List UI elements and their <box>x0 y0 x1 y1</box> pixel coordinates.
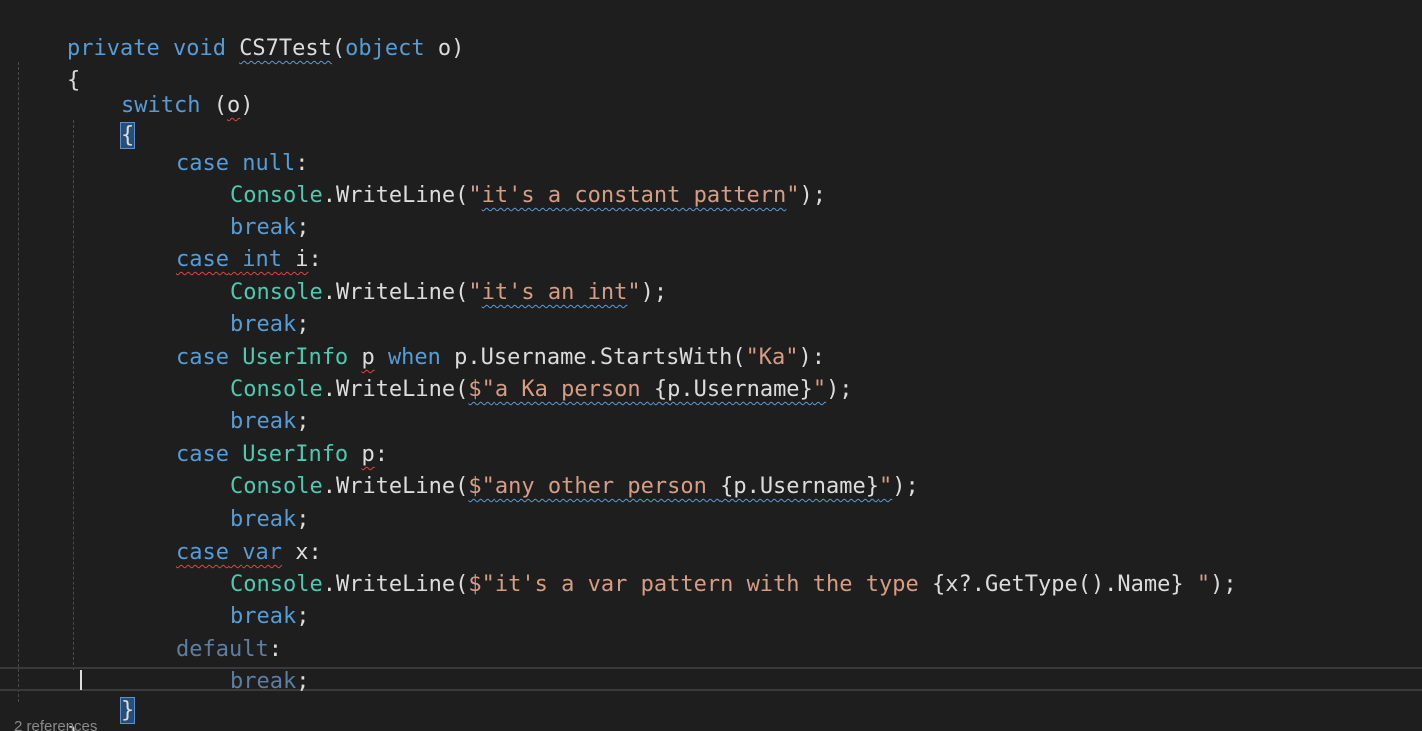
method-call: .WriteLine( <box>322 183 469 208</box>
code-line-20[interactable]: default: <box>123 602 282 662</box>
code-line-18[interactable]: Console.WriteLine($"it's a var pattern w… <box>177 537 1237 597</box>
statement-end: ); <box>799 183 827 208</box>
string-quote: " <box>468 183 482 208</box>
code-line-14[interactable]: case UserInfo p: <box>123 407 388 467</box>
semicolon: ; <box>296 604 310 629</box>
paren-close: ) <box>451 36 465 61</box>
code-line-10[interactable]: break; <box>177 277 309 337</box>
paren-open: ( <box>200 93 227 118</box>
code-line-3[interactable]: switch (o) <box>68 58 253 118</box>
string-quote: " <box>879 474 893 499</box>
interpolation: {p.Username} <box>653 377 813 402</box>
code-line-19[interactable]: break; <box>177 569 309 629</box>
paren-open: ( <box>331 36 346 61</box>
code-line-6[interactable]: Console.WriteLine("it's a constant patte… <box>177 148 826 208</box>
string-quote: " <box>812 377 827 402</box>
code-line-1[interactable]: private void CS7Test(object o) <box>14 1 464 61</box>
string-literal: any other person <box>494 474 721 499</box>
method-call: .WriteLine( <box>322 280 469 305</box>
code-line-5[interactable]: case null: <box>123 116 308 176</box>
statement-end: ); <box>826 377 853 402</box>
code-line-11[interactable]: case UserInfo p when p.Username.StartsWi… <box>123 310 825 370</box>
indent-guide-method <box>18 62 19 702</box>
string-literal[interactable]: it's a constant pattern <box>482 183 787 208</box>
string-prefix: $" <box>468 377 495 402</box>
switch-var[interactable]: o <box>227 93 240 118</box>
interpolated-string[interactable]: $"a Ka person {p.Username}" <box>468 377 826 402</box>
method-call: .WriteLine( <box>322 377 469 402</box>
string-prefix: $" <box>468 572 495 597</box>
interpolated-string[interactable]: $"any other person {p.Username}" <box>468 474 892 499</box>
code-line-12[interactable]: Console.WriteLine($"a Ka person {p.Usern… <box>177 342 853 402</box>
statement-end: ); <box>1210 572 1237 597</box>
code-line-15[interactable]: Console.WriteLine($"any other person {p.… <box>177 439 919 499</box>
string-quote: " <box>627 280 641 305</box>
code-line-8[interactable]: case int i: <box>123 212 322 272</box>
string-prefix: $" <box>468 474 495 499</box>
keyword-object: object <box>345 36 425 61</box>
codelens-references[interactable]: 2 references <box>14 718 97 731</box>
code-line-17[interactable]: case var x: <box>123 505 322 565</box>
keyword-break: break <box>229 669 297 694</box>
code-line-21[interactable]: break; <box>177 634 309 694</box>
string-literal: it's a var pattern with the type <box>494 572 932 597</box>
string-quote: " <box>468 280 482 305</box>
statement-end: ); <box>892 474 919 499</box>
code-line-16[interactable]: break; <box>177 472 309 532</box>
method-call: .WriteLine( <box>322 474 469 499</box>
string-quote: " <box>786 183 800 208</box>
code-line-9[interactable]: Console.WriteLine("it's an int"); <box>177 245 667 305</box>
interpolation: {p.Username} <box>720 474 880 499</box>
semicolon: ; <box>296 669 310 694</box>
text-caret <box>80 670 82 690</box>
indent-guide-switch <box>73 120 74 670</box>
code-line-7[interactable]: break; <box>177 180 309 240</box>
string-literal: a Ka person <box>494 377 654 402</box>
switch-brace-close: } <box>119 697 136 724</box>
interpolation: {x?.GetType().Name} <box>932 572 1184 597</box>
code-line-23[interactable]: } <box>14 689 80 731</box>
param-name: o <box>424 36 452 61</box>
paren-close: ) <box>240 93 254 118</box>
method-call: .WriteLine( <box>322 572 469 597</box>
statement-end: ); <box>640 280 668 305</box>
code-line-13[interactable]: break; <box>177 374 309 434</box>
code-editor[interactable]: private void CS7Test(object o) { switch … <box>0 0 1422 731</box>
string-literal[interactable]: it's an int <box>482 280 628 305</box>
string-tail: " <box>1183 572 1211 597</box>
